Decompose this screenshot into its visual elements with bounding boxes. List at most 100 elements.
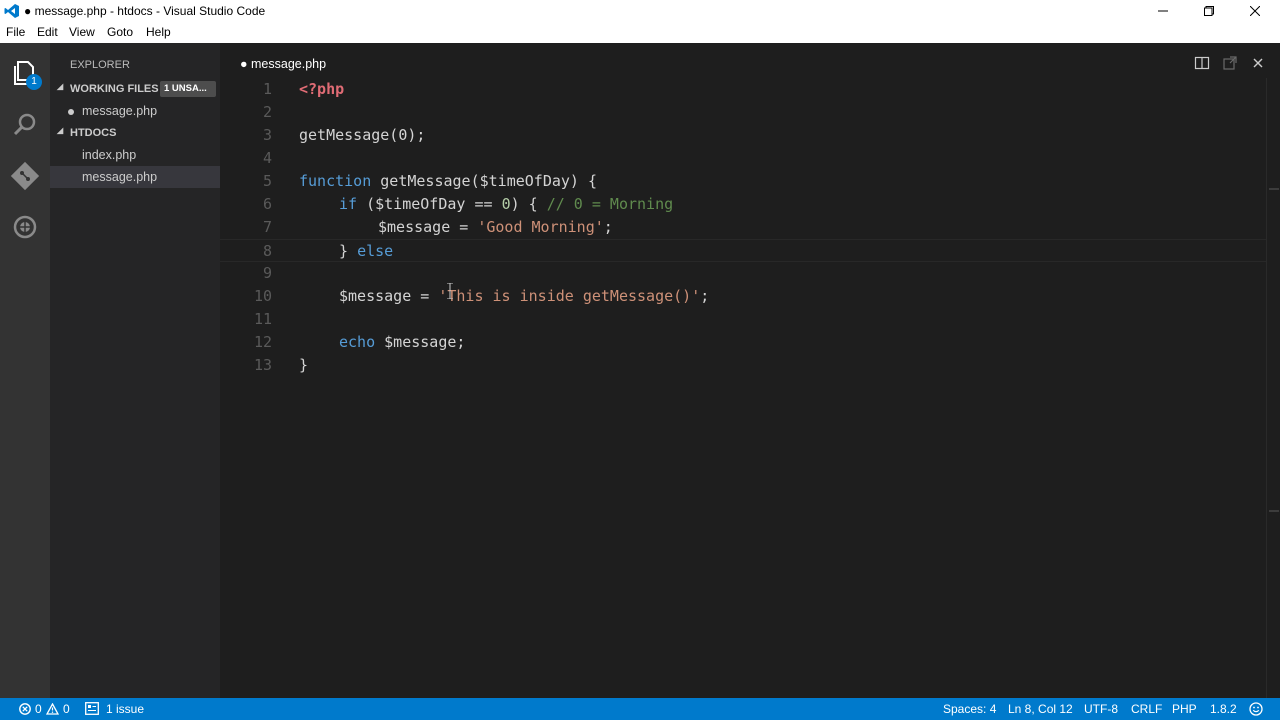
feedback-smiley-icon[interactable]: [1249, 702, 1263, 716]
working-files-label: WORKING FILES: [70, 83, 159, 95]
code-text: function getMessage($timeOfDay) {: [299, 170, 597, 193]
debug-activity-button[interactable]: [9, 211, 41, 243]
menu-goto[interactable]: Goto: [107, 25, 133, 39]
keyword: else: [357, 242, 394, 260]
scrollbar-marker: [1269, 188, 1279, 190]
close-icon: [1249, 5, 1261, 17]
htdocs-header[interactable]: ◢ HTDOCS: [50, 123, 220, 143]
text-cursor-icon: [447, 283, 453, 299]
maximize-button[interactable]: [1186, 0, 1232, 22]
vscode-logo-icon: [4, 4, 19, 18]
working-file-item[interactable]: message.php: [50, 100, 220, 122]
menu-bar: File Edit View Goto Help: [0, 22, 1280, 43]
line-number: 7: [262, 218, 272, 236]
code-line: 4: [220, 147, 1266, 170]
restore-icon: [1204, 6, 1214, 16]
keyword: echo: [339, 333, 376, 351]
code-text: } else: [339, 240, 393, 263]
code-line: 6 if ($timeOfDay == 0) { // 0 = Morning: [220, 193, 1266, 216]
code-text: $message = 'This is inside getMessage()'…: [339, 285, 709, 308]
php-open-tag: <?php: [299, 80, 345, 98]
string-literal: 'This is inside getMessage()': [438, 287, 701, 305]
language-status[interactable]: PHP: [1172, 702, 1197, 716]
code-line: 5 function getMessage($timeOfDay) {: [220, 170, 1266, 193]
issues-count[interactable]: 1 issue: [106, 702, 144, 716]
editor-tab[interactable]: ● message.php: [240, 57, 326, 71]
code-line: 7 $message = 'Good Morning';: [220, 216, 1266, 239]
scrollbar-marker: [1269, 510, 1279, 512]
chevron-down-icon: ◢: [57, 126, 64, 135]
code-line: 13 }: [220, 354, 1266, 377]
close-window-button[interactable]: [1232, 0, 1278, 22]
line-number: 12: [253, 333, 272, 351]
status-bar: 0 0 1 issue Spaces: 4 Ln 8, Col 12 UTF-8…: [0, 698, 1280, 720]
code-line: 10 $message = 'This is inside getMessage…: [220, 285, 1266, 308]
string-literal: 'Good Morning': [477, 218, 604, 236]
number-literal: 0: [501, 195, 511, 213]
line-number: 9: [262, 264, 272, 282]
code-text: if ($timeOfDay == 0) { // 0 = Morning: [339, 193, 673, 216]
issues-icon[interactable]: [85, 702, 99, 715]
working-file-name: message.php: [82, 104, 158, 118]
code-line: 11: [220, 308, 1266, 331]
debug-icon: [13, 215, 37, 239]
line-number: 5: [262, 172, 272, 190]
eol-status[interactable]: CRLF: [1131, 702, 1162, 716]
code-token: ($timeOfDay ==: [357, 195, 502, 213]
line-number: 6: [262, 195, 272, 213]
menu-view[interactable]: View: [69, 25, 95, 39]
indentation-status[interactable]: Spaces: 4: [943, 702, 996, 716]
keyword: function: [299, 172, 372, 190]
search-icon: [13, 113, 36, 136]
warning-icon[interactable]: [46, 703, 59, 715]
menu-edit[interactable]: Edit: [37, 25, 58, 39]
unsaved-dot-icon: [68, 109, 74, 115]
code-text: $message = 'Good Morning';: [378, 216, 613, 239]
htdocs-label: HTDOCS: [70, 127, 117, 139]
split-editor-icon[interactable]: [1194, 55, 1210, 71]
code-line: 1 <?php: [220, 78, 1266, 101]
file-item-index[interactable]: index.php: [50, 144, 220, 166]
open-preview-icon[interactable]: [1222, 55, 1238, 71]
version-status[interactable]: 1.8.2: [1210, 702, 1237, 716]
file-item-message[interactable]: message.php: [50, 166, 220, 188]
menu-help[interactable]: Help: [146, 25, 171, 39]
error-count[interactable]: 0: [35, 702, 42, 716]
warning-count[interactable]: 0: [63, 702, 70, 716]
explorer-badge: 1: [26, 74, 42, 90]
code-text: }: [299, 356, 309, 374]
code-token: ;: [603, 218, 613, 236]
explorer-activity-button[interactable]: 1: [9, 57, 42, 90]
file-name: index.php: [82, 148, 137, 162]
cursor-position-status[interactable]: Ln 8, Col 12: [1008, 702, 1073, 716]
git-activity-button[interactable]: [9, 160, 41, 192]
error-icon[interactable]: [19, 703, 31, 715]
line-number: 10: [253, 287, 272, 305]
line-number: 13: [253, 356, 272, 374]
minimize-icon: [1158, 10, 1168, 12]
line-number: 11: [253, 310, 272, 328]
window-title: ● message.php - htdocs - Visual Studio C…: [24, 4, 266, 18]
code-line: 3 getMessage(0);: [220, 124, 1266, 147]
line-number: 2: [262, 103, 272, 121]
vertical-scrollbar[interactable]: [1266, 78, 1280, 698]
line-number: 3: [262, 126, 272, 144]
code-line: 2: [220, 101, 1266, 124]
explorer-title: EXPLORER: [70, 59, 130, 71]
code-line: 12 echo $message;: [220, 331, 1266, 354]
line-number: 1: [262, 80, 272, 98]
code-line: 9: [220, 262, 1266, 285]
search-activity-button[interactable]: [9, 109, 41, 141]
editor: ● message.php 1 <?php 2 3 getMessage(0);…: [220, 43, 1280, 698]
minimize-button[interactable]: [1140, 0, 1186, 22]
keyword: if: [339, 195, 358, 213]
title-bar: ● message.php - htdocs - Visual Studio C…: [0, 0, 1280, 22]
code-token: ) {: [510, 195, 547, 213]
line-number: 4: [262, 149, 272, 167]
working-files-header[interactable]: ◢ WORKING FILES 1 UNSA...: [50, 79, 220, 99]
menu-file[interactable]: File: [6, 25, 25, 39]
close-editor-icon[interactable]: [1250, 55, 1266, 71]
line-number: 8: [262, 242, 272, 260]
encoding-status[interactable]: UTF-8: [1084, 702, 1118, 716]
code-token: $message;: [375, 333, 466, 351]
